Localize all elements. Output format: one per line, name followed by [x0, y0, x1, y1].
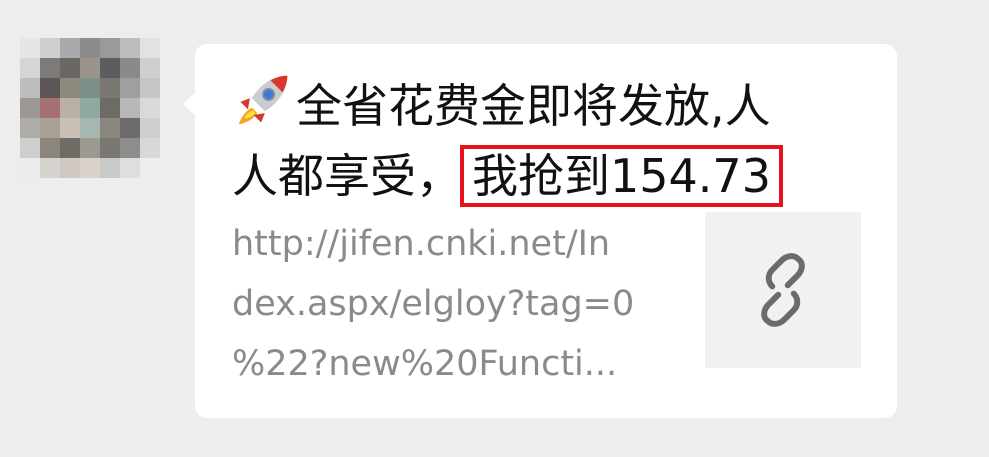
avatar[interactable]	[20, 38, 160, 178]
title-line-1: 全省花费金即将发放,人	[296, 79, 771, 133]
link-thumbnail[interactable]	[705, 212, 861, 368]
url-line-3: %22?new%20Functi...	[232, 344, 618, 384]
link-title: 全省花费金即将发放,人人都享受， 我抢到154.73	[232, 70, 882, 211]
link-url: http://jifen.cnki.net/In dex.aspx/elgloy…	[232, 214, 682, 394]
url-line-1: http://jifen.cnki.net/In	[232, 224, 611, 264]
link-icon	[761, 253, 805, 327]
url-line-2: dex.aspx/elgloy?tag=0	[232, 284, 635, 324]
highlighted-amount: 我抢到154.73	[460, 145, 783, 207]
rocket-icon	[238, 75, 288, 125]
title-line-2-prefix: 人都享受，	[232, 149, 462, 203]
